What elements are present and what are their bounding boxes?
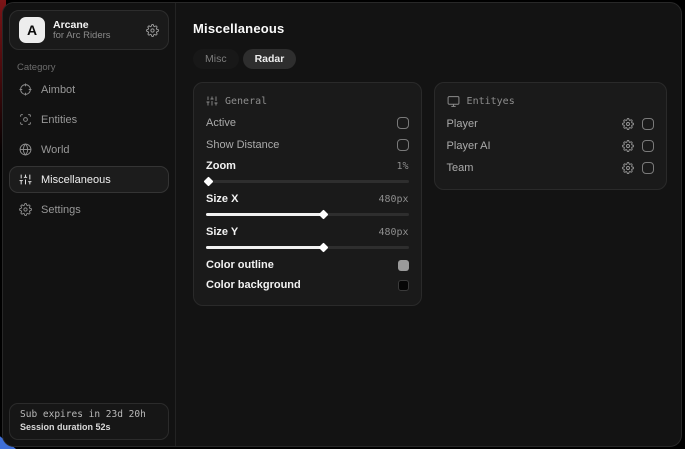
player-controls	[622, 118, 654, 130]
gear-icon[interactable]	[622, 118, 634, 130]
show-distance-row: Show Distance	[206, 134, 409, 156]
color-background-row: Color background	[206, 275, 409, 295]
slider-track	[206, 180, 409, 183]
slider-fill	[206, 213, 323, 216]
player-ai-checkbox[interactable]	[642, 140, 654, 152]
color-background-swatch[interactable]	[398, 280, 409, 291]
monitor-icon	[447, 95, 460, 108]
team-row: Team	[447, 157, 654, 179]
size-x-row: Size X 480px	[206, 189, 409, 209]
zoom-slider[interactable]	[206, 177, 409, 186]
player-ai-controls	[622, 140, 654, 152]
show-distance-label: Show Distance	[206, 139, 279, 151]
gear-icon[interactable]	[622, 140, 634, 152]
sliders-icon	[19, 173, 32, 186]
team-checkbox[interactable]	[642, 162, 654, 174]
size-y-label: Size Y	[206, 226, 238, 238]
page-title: Miscellaneous	[193, 21, 667, 36]
sidebar-item-world[interactable]: World	[9, 136, 169, 163]
session-duration-text: Session duration 52s	[20, 422, 158, 432]
slider-thumb[interactable]	[204, 177, 214, 187]
sidebar-item-label: World	[41, 144, 70, 156]
subscription-info-box: Sub expires in 23d 20h Session duration …	[9, 403, 169, 440]
sidebar-item-settings[interactable]: Settings	[9, 196, 169, 223]
zoom-value: 1%	[397, 161, 409, 172]
category-label: Category	[17, 62, 175, 73]
slider-thumb[interactable]	[319, 210, 329, 220]
brand-text: Arcane for Arc Riders	[53, 19, 111, 42]
globe-icon	[19, 143, 32, 156]
player-row: Player	[447, 113, 654, 135]
player-label: Player	[447, 118, 478, 130]
team-controls	[622, 162, 654, 174]
slider-thumb[interactable]	[319, 243, 329, 253]
size-x-label: Size X	[206, 193, 238, 205]
sidebar-item-label: Settings	[41, 204, 81, 216]
brand-subtitle: for Arc Riders	[53, 31, 111, 42]
player-ai-label: Player AI	[447, 140, 491, 152]
player-ai-row: Player AI	[447, 135, 654, 157]
general-panel-title: General	[225, 96, 267, 107]
main-content: Miscellaneous Misc Radar General Active	[177, 3, 681, 446]
sidebar-item-label: Miscellaneous	[41, 174, 111, 186]
general-panel-header: General	[206, 95, 409, 107]
app-logo: A	[19, 17, 45, 43]
slider-fill	[206, 246, 323, 249]
app-window: A Arcane for Arc Riders Category Aimbot	[2, 2, 682, 447]
entities-panel-header: Entityes	[447, 95, 654, 108]
zoom-row: Zoom 1%	[206, 156, 409, 176]
tab-radar[interactable]: Radar	[243, 49, 297, 69]
color-background-label: Color background	[206, 279, 301, 291]
zoom-label: Zoom	[206, 160, 236, 172]
show-distance-checkbox[interactable]	[397, 139, 409, 151]
size-y-row: Size Y 480px	[206, 222, 409, 242]
sub-expires-text: Sub expires in 23d 20h	[20, 409, 158, 420]
tab-bar: Misc Radar	[193, 49, 667, 69]
gear-icon[interactable]	[622, 162, 634, 174]
active-checkbox[interactable]	[397, 117, 409, 129]
sidebar-item-label: Entities	[41, 114, 77, 126]
sidebar-item-label: Aimbot	[41, 84, 75, 96]
size-y-slider[interactable]	[206, 243, 409, 252]
brand-title: Arcane	[53, 19, 111, 31]
sidebar-nav: Aimbot Entities World	[3, 76, 175, 223]
active-row: Active	[206, 112, 409, 134]
scan-icon	[19, 113, 32, 126]
size-y-value: 480px	[378, 227, 408, 238]
sliders-icon	[206, 95, 218, 107]
sidebar-item-aimbot[interactable]: Aimbot	[9, 76, 169, 103]
active-label: Active	[206, 117, 236, 129]
desktop: A Arcane for Arc Riders Category Aimbot	[0, 0, 685, 449]
sidebar-item-miscellaneous[interactable]: Miscellaneous	[9, 166, 169, 193]
sidebar: A Arcane for Arc Riders Category Aimbot	[3, 3, 176, 446]
entities-panel-title: Entityes	[467, 96, 515, 107]
sidebar-item-entities[interactable]: Entities	[9, 106, 169, 133]
color-outline-label: Color outline	[206, 259, 274, 271]
size-x-slider[interactable]	[206, 210, 409, 219]
crosshair-icon	[19, 83, 32, 96]
tab-misc[interactable]: Misc	[193, 49, 239, 69]
size-x-value: 480px	[378, 194, 408, 205]
entities-panel: Entityes Player Player AI	[434, 82, 667, 190]
player-checkbox[interactable]	[642, 118, 654, 130]
team-label: Team	[447, 162, 474, 174]
color-outline-swatch[interactable]	[398, 260, 409, 271]
general-panel: General Active Show Distance Zoom 1%	[193, 82, 422, 306]
brand-card[interactable]: A Arcane for Arc Riders	[9, 10, 169, 50]
panel-group: General Active Show Distance Zoom 1%	[193, 82, 667, 306]
gear-icon	[19, 203, 32, 216]
color-outline-row: Color outline	[206, 255, 409, 275]
gear-icon[interactable]	[146, 24, 159, 37]
